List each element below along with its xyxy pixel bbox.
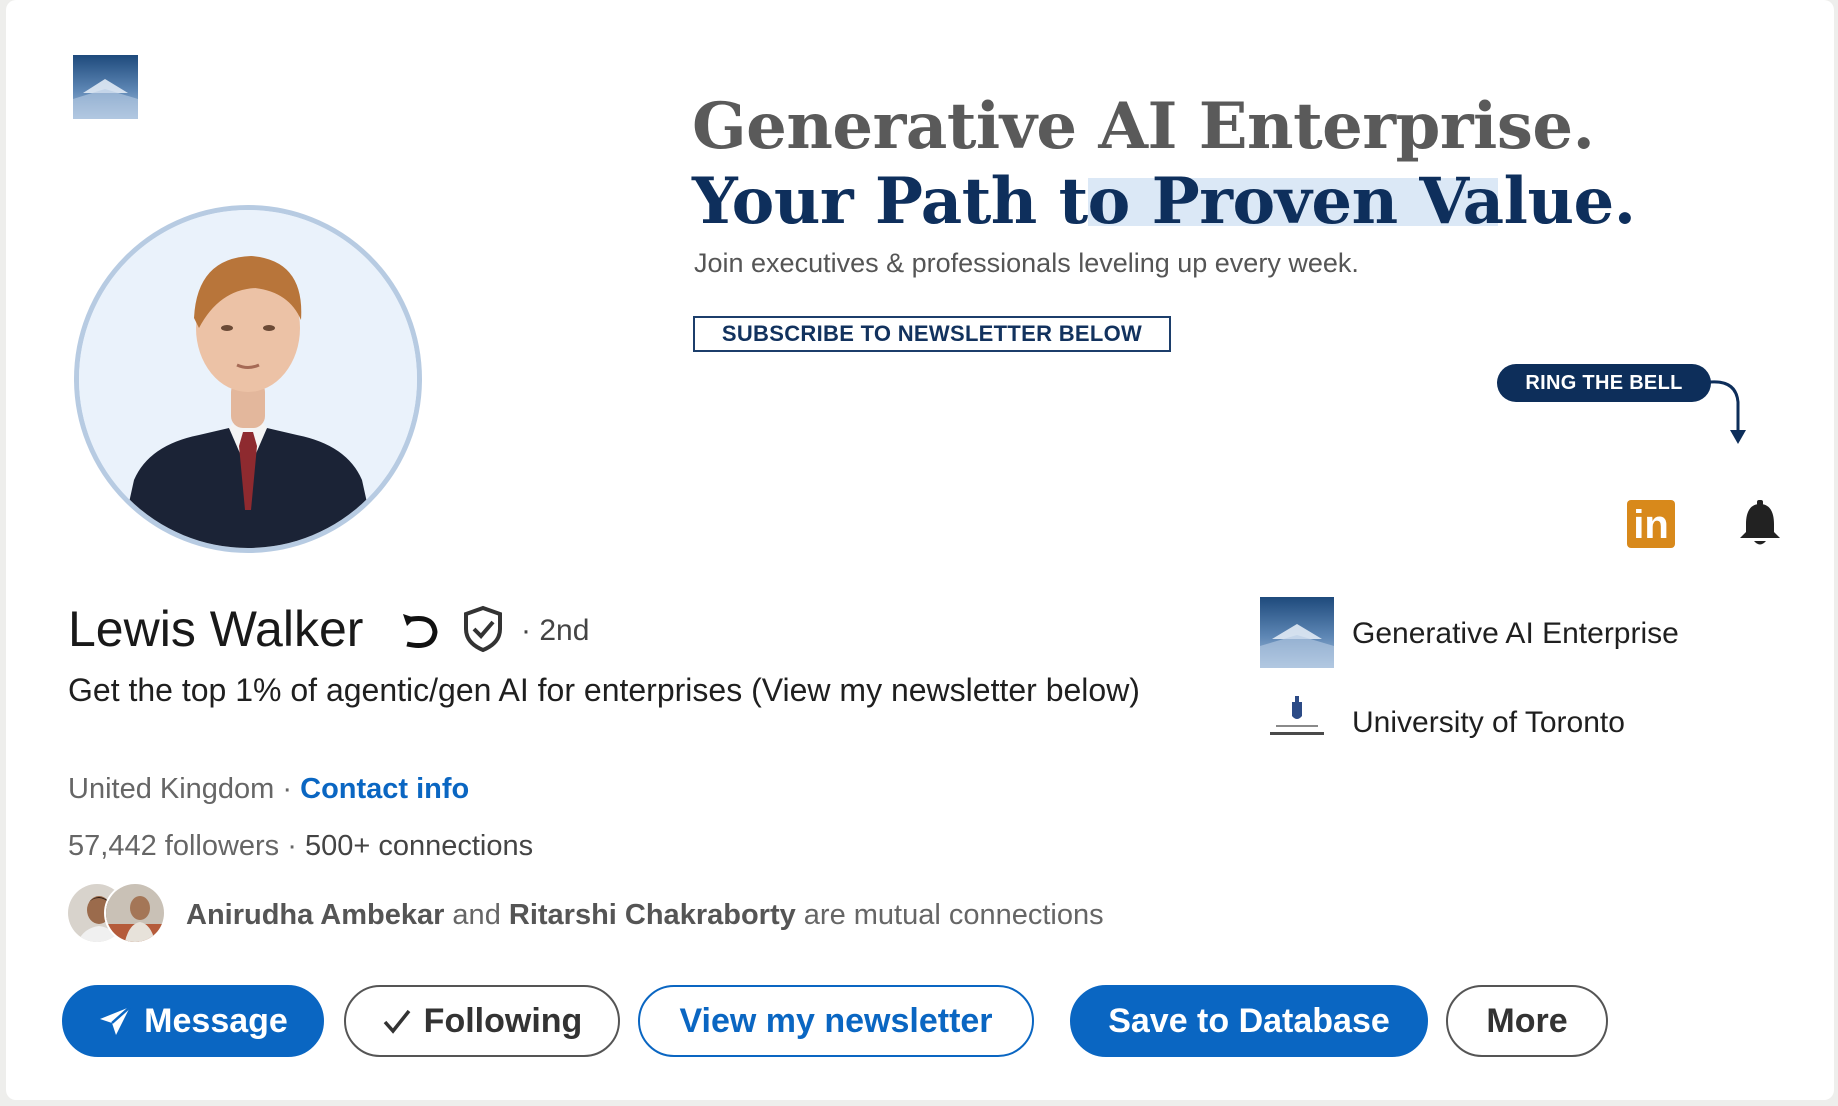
checkmark-icon [382, 1006, 412, 1036]
profile-name: Lewis Walker [68, 601, 364, 657]
view-newsletter-label: View my newsletter [679, 1001, 993, 1040]
university-crest-icon[interactable] [1262, 694, 1332, 744]
profile-headline: Get the top 1% of agentic/gen AI for ent… [68, 672, 1140, 708]
profile-avatar[interactable] [74, 205, 422, 553]
more-button-label: More [1486, 1001, 1568, 1040]
connections-count[interactable]: 500+ connections [305, 830, 533, 862]
network-counts: 57,442 followers · 500+ connections [68, 830, 533, 863]
subscribe-banner-label: SUBSCRIBE TO NEWSLETTER BELOW [693, 316, 1171, 352]
following-button[interactable]: Following [344, 985, 620, 1057]
mutual-and: and [444, 899, 509, 931]
save-to-database-button[interactable]: Save to Database [1070, 985, 1428, 1057]
pronunciation-icon[interactable] [401, 612, 445, 652]
education-school[interactable]: University of Toronto [1352, 706, 1625, 740]
more-button[interactable]: More [1446, 985, 1608, 1057]
mutual-name-1[interactable]: Anirudha Ambekar [186, 899, 444, 931]
banner-subtitle: Join executives & professionals leveling… [694, 248, 1359, 278]
mutual-name-2[interactable]: Ritarshi Chakraborty [509, 899, 796, 931]
linkedin-icon: in [1627, 500, 1675, 548]
mutual-avatars[interactable] [66, 882, 171, 944]
message-button-label: Message [144, 1001, 288, 1040]
send-icon [98, 1005, 132, 1037]
current-company[interactable]: Generative AI Enterprise [1352, 617, 1679, 651]
followers-count[interactable]: 57,442 followers [68, 830, 279, 862]
banner-title-line2: Your Path to Proven Value. [692, 164, 1636, 239]
profile-card: Generative AI Enterprise. Your Path to P… [6, 0, 1834, 1100]
curved-arrow-icon [1709, 380, 1746, 444]
company-logo[interactable] [1260, 597, 1334, 668]
view-newsletter-button[interactable]: View my newsletter [638, 985, 1034, 1057]
location-text: United Kingdom [68, 773, 275, 805]
bell-icon [1740, 500, 1780, 545]
banner-logo [73, 55, 138, 119]
banner-title-line1: Generative AI Enterprise. [692, 89, 1595, 164]
location-line: United Kingdom · Contact info [68, 773, 469, 806]
separator: · [279, 830, 305, 862]
mutual-suffix: are mutual connections [795, 899, 1104, 931]
mutual-connections-text[interactable]: Anirudha Ambekar and Ritarshi Chakrabort… [186, 899, 1104, 932]
save-to-database-label: Save to Database [1108, 1001, 1390, 1040]
ring-the-bell-pill: RING THE BELL [1497, 364, 1711, 402]
contact-info-link[interactable]: Contact info [300, 773, 469, 805]
message-button[interactable]: Message [62, 985, 324, 1057]
mutual-avatar-2 [104, 882, 166, 944]
verified-shield-icon[interactable] [461, 605, 505, 653]
connection-degree: · 2nd [521, 614, 590, 647]
separator: · [274, 773, 301, 805]
following-button-label: Following [423, 1001, 583, 1040]
